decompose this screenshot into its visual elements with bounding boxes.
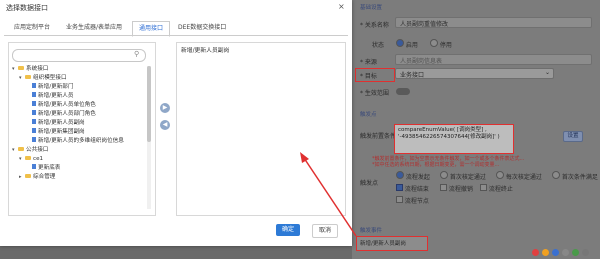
annotation-arrow bbox=[300, 152, 357, 237]
